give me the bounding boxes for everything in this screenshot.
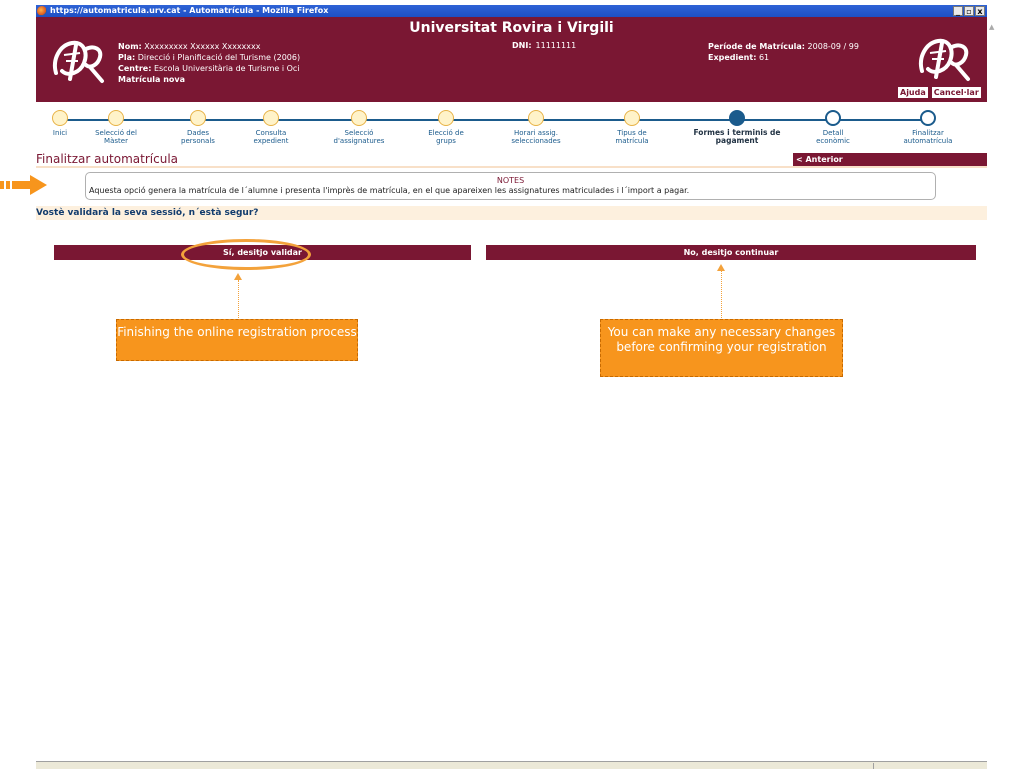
- callout-validate: Finishing the online registration proces…: [116, 319, 358, 361]
- page-header: Universitat Rovira i Virgili Nom: Xxxxxx…: [36, 17, 987, 102]
- step-label: econòmic: [816, 137, 850, 145]
- cancel-button[interactable]: Cancel·lar: [930, 86, 982, 99]
- minimize-button[interactable]: _: [953, 6, 963, 16]
- notes-title: NOTES: [496, 176, 525, 185]
- confirmation-question: Vostè validarà la seva sessió, n´està se…: [36, 206, 987, 220]
- callout-arrow-icon: [234, 273, 242, 280]
- step-tipus-matricula[interactable]: Tipus de matrícula: [592, 110, 672, 145]
- continue-editing-button[interactable]: No, desitjo continuar: [486, 245, 976, 260]
- step-seleccio-assignatures[interactable]: Selecció d'assignatures: [319, 110, 399, 145]
- period-info: Període de Matrícula: 2008-09 / 99 Exped…: [708, 41, 859, 63]
- student-info: Nom: Xxxxxxxxx Xxxxxx Xxxxxxxx Pla: Dire…: [118, 41, 300, 85]
- step-circle-icon: [108, 110, 124, 126]
- urv-logo-right: [919, 38, 970, 81]
- name-value: Xxxxxxxxx Xxxxxx Xxxxxxxx: [144, 42, 261, 51]
- step-label: Elecció de: [428, 129, 464, 137]
- step-seleccio-master[interactable]: Selecció del Màster: [76, 110, 156, 145]
- step-label: Selecció del: [95, 129, 137, 137]
- step-label: pagament: [715, 136, 759, 145]
- step-label: Finalitzar: [912, 129, 944, 137]
- step-circle-icon: [438, 110, 454, 126]
- record-label: Expedient:: [708, 53, 757, 62]
- firefox-icon: [37, 6, 47, 16]
- section-divider: [36, 166, 987, 168]
- step-circle-icon: [825, 110, 841, 126]
- close-window-button[interactable]: x: [975, 6, 985, 16]
- step-circle-icon: [920, 110, 936, 126]
- period-label: Període de Matrícula:: [708, 42, 805, 51]
- step-label: personals: [181, 137, 215, 145]
- help-button[interactable]: Ajuda: [897, 86, 929, 99]
- step-circle-icon: [52, 110, 68, 126]
- callout-connector: [238, 280, 239, 318]
- section-title: Finalitzar automatrícula: [36, 152, 179, 166]
- notes-box: NOTES Aquesta opció genera la matrícula …: [85, 172, 936, 200]
- window-title: https://automatricula.urv.cat - Automatr…: [50, 6, 329, 15]
- step-label: expedient: [253, 137, 289, 145]
- previous-button[interactable]: < Anterior: [793, 153, 987, 166]
- step-circle-icon: [624, 110, 640, 126]
- step-label: Horari assig.: [514, 129, 558, 137]
- university-title: Universitat Rovira i Virgili: [409, 20, 614, 36]
- step-label: d'assignatures: [333, 137, 385, 145]
- dni-label: DNI:: [512, 41, 532, 50]
- step-circle-icon: [190, 110, 206, 126]
- header-buttons: Ajuda Cancel·lar: [897, 86, 982, 99]
- step-label: automatrícula: [903, 137, 953, 145]
- callout-arrow-icon: [717, 264, 725, 271]
- step-label: Màster: [104, 137, 128, 145]
- step-circle-icon: [263, 110, 279, 126]
- dni-value: 11111111: [535, 41, 577, 50]
- step-label: Tipus de: [617, 129, 647, 137]
- callout-connector: [721, 271, 722, 318]
- step-detall-economic: Detall econòmic: [793, 110, 873, 145]
- scroll-up-icon[interactable]: ▲: [989, 23, 997, 33]
- window-controls: _ ▫ x: [953, 6, 985, 16]
- centre-value: Escola Universitària de Turisme i Oci: [153, 64, 300, 73]
- step-formes-pagament[interactable]: Formes i terminis de pagament: [682, 110, 792, 145]
- plan-label: Pla:: [118, 53, 136, 62]
- step-circle-icon: [351, 110, 367, 126]
- record-value: 61: [758, 53, 770, 62]
- step-consulta-expedient[interactable]: Consulta expedient: [231, 110, 311, 145]
- arrow-right-icon: [0, 175, 47, 195]
- status-segment: [873, 763, 970, 769]
- enrollment-type: Matrícula nova: [118, 75, 186, 84]
- dni-info: DNI: 11111111: [512, 41, 576, 50]
- callout-continue: You can make any necessary changes befor…: [600, 319, 843, 377]
- name-label: Nom:: [118, 42, 142, 51]
- urv-logo-left: [53, 40, 104, 83]
- period-value: 2008-09 / 99: [807, 42, 859, 51]
- step-eleccio-grups[interactable]: Elecció de grups: [406, 110, 486, 145]
- centre-label: Centre:: [118, 64, 152, 73]
- step-label: grups: [436, 137, 456, 145]
- step-label: seleccionades: [511, 137, 561, 145]
- window-title-bar: https://automatricula.urv.cat - Automatr…: [36, 5, 987, 17]
- step-horari[interactable]: Horari assig. seleccionades: [496, 110, 576, 145]
- step-current-icon: [729, 110, 745, 126]
- step-finalitzar: Finalitzar automatrícula: [888, 110, 968, 145]
- progress-steps: Inici Selecció del Màster Dades personals …: [36, 104, 987, 152]
- step-label: Detall: [822, 129, 844, 137]
- step-dades-personals[interactable]: Dades personals: [158, 110, 238, 145]
- step-label: Dades: [186, 129, 210, 137]
- step-circle-icon: [528, 110, 544, 126]
- plan-value: Direcció i Planificació del Turisme (200…: [137, 53, 301, 62]
- step-label: Selecció: [344, 129, 374, 137]
- step-label: Consulta: [255, 129, 287, 137]
- maximize-button[interactable]: ▫: [964, 6, 974, 16]
- notes-body: Aquesta opció genera la matrícula de l´a…: [89, 186, 690, 195]
- step-label: Inici: [52, 129, 68, 137]
- step-label: matrícula: [615, 137, 649, 145]
- confirm-validate-button[interactable]: Sí, desitjo validar: [54, 245, 471, 260]
